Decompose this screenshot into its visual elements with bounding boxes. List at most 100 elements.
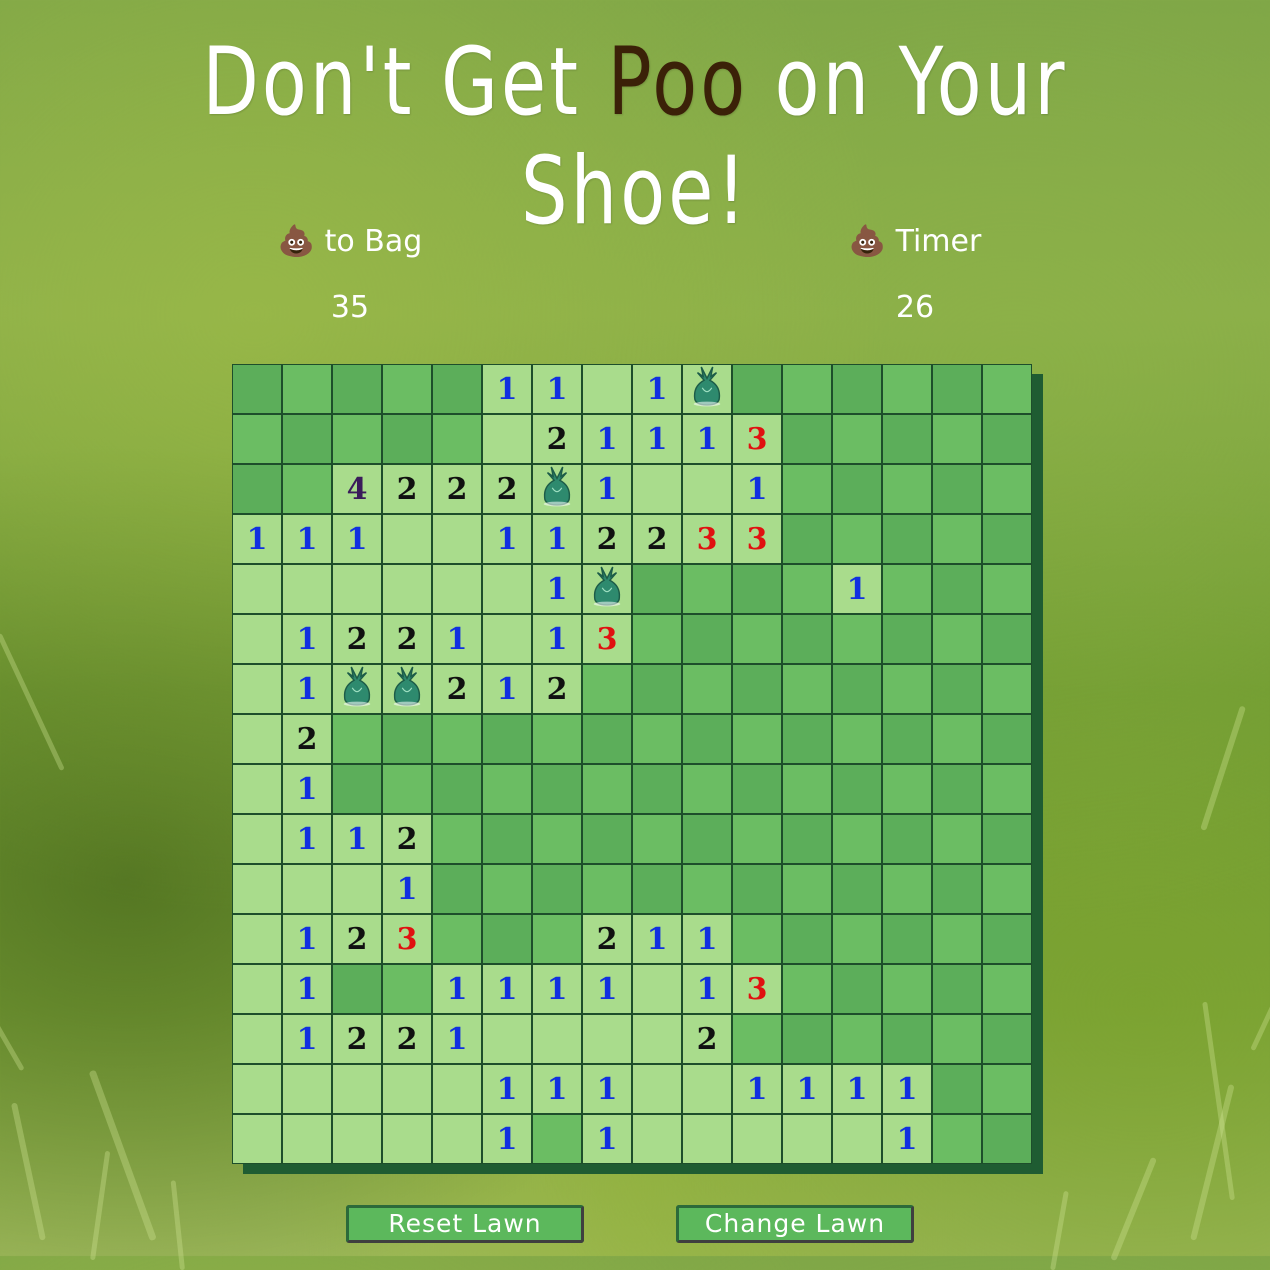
lawn-cell-hidden[interactable] [882,764,932,814]
lawn-cell-hidden[interactable] [782,714,832,764]
lawn-cell-number[interactable]: 1 [282,664,332,714]
lawn-cell-empty[interactable] [482,414,532,464]
lawn-cell-number[interactable]: 1 [582,414,632,464]
lawn-cell-number[interactable]: 1 [532,1064,582,1114]
lawn-cell-empty[interactable] [682,464,732,514]
lawn-cell-hidden[interactable] [932,614,982,664]
lawn-cell-hidden[interactable] [932,664,982,714]
lawn-cell-hidden[interactable] [932,1014,982,1064]
lawn-cell-hidden[interactable] [782,514,832,564]
lawn-cell-number[interactable]: 2 [532,414,582,464]
lawn-cell-hidden[interactable] [682,614,732,664]
lawn-cell-hidden[interactable] [882,514,932,564]
lawn-cell-empty[interactable] [732,1114,782,1164]
lawn-cell-number[interactable]: 1 [582,1064,632,1114]
lawn-cell-hidden[interactable] [382,414,432,464]
lawn-cell-hidden[interactable] [832,814,882,864]
lawn-cell-hidden[interactable] [332,714,382,764]
lawn-cell-number[interactable]: 2 [632,514,682,564]
lawn-cell-hidden[interactable] [782,814,832,864]
bag-flag-cell[interactable] [382,664,432,714]
lawn-cell-number[interactable]: 1 [532,564,582,614]
lawn-cell-number[interactable]: 1 [482,1114,532,1164]
lawn-cell-number[interactable]: 1 [282,614,332,664]
lawn-cell-number[interactable]: 1 [682,964,732,1014]
lawn-cell-number[interactable]: 2 [282,714,332,764]
lawn-cell-hidden[interactable] [982,464,1032,514]
lawn-cell-hidden[interactable] [332,414,382,464]
lawn-cell-hidden[interactable] [682,814,732,864]
lawn-cell-number[interactable]: 1 [432,1014,482,1064]
lawn-cell-hidden[interactable] [982,964,1032,1014]
lawn-cell-hidden[interactable] [732,864,782,914]
lawn-cell-empty[interactable] [282,1064,332,1114]
lawn-cell-empty[interactable] [232,914,282,964]
lawn-cell-hidden[interactable] [882,714,932,764]
lawn-cell-hidden[interactable] [782,914,832,964]
lawn-cell-number[interactable]: 1 [732,464,782,514]
lawn-cell-hidden[interactable] [732,1014,782,1064]
lawn-cell-hidden[interactable] [682,664,732,714]
lawn-cell-hidden[interactable] [582,714,632,764]
lawn-cell-number[interactable]: 1 [282,764,332,814]
lawn-cell-hidden[interactable] [832,614,882,664]
lawn-cell-hidden[interactable] [532,1114,582,1164]
lawn-cell-hidden[interactable] [832,914,882,964]
lawn-cell-empty[interactable] [632,964,682,1014]
lawn-cell-hidden[interactable] [832,964,882,1014]
lawn-cell-hidden[interactable] [682,764,732,814]
lawn-cell-number[interactable]: 2 [432,664,482,714]
bag-flag-cell[interactable] [682,364,732,414]
lawn-cell-number[interactable]: 1 [482,664,532,714]
lawn-cell-hidden[interactable] [632,564,682,614]
lawn-cell-number[interactable]: 1 [532,964,582,1014]
lawn-cell-number[interactable]: 2 [332,914,382,964]
bag-flag-cell[interactable] [532,464,582,514]
lawn-cell-empty[interactable] [332,1064,382,1114]
change-lawn-button[interactable]: Change Lawn [676,1205,914,1243]
lawn-cell-hidden[interactable] [782,614,832,664]
lawn-cell-empty[interactable] [232,614,282,664]
bag-flag-cell[interactable] [582,564,632,614]
lawn-cell-empty[interactable] [682,1064,732,1114]
lawn-cell-hidden[interactable] [882,814,932,864]
lawn-cell-number[interactable]: 1 [782,1064,832,1114]
lawn-cell-hidden[interactable] [632,864,682,914]
lawn-cell-hidden[interactable] [482,914,532,964]
lawn-cell-number[interactable]: 2 [382,614,432,664]
lawn-cell-number[interactable]: 1 [482,1064,532,1114]
lawn-cell-hidden[interactable] [932,814,982,864]
lawn-cell-hidden[interactable] [932,964,982,1014]
lawn-cell-hidden[interactable] [632,764,682,814]
lawn-cell-number[interactable]: 3 [732,414,782,464]
lawn-cell-hidden[interactable] [382,714,432,764]
lawn-cell-number[interactable]: 4 [332,464,382,514]
lawn-cell-empty[interactable] [682,1114,732,1164]
lawn-cell-hidden[interactable] [982,714,1032,764]
lawn-cell-hidden[interactable] [382,764,432,814]
lawn-cell-hidden[interactable] [482,714,532,764]
lawn-cell-hidden[interactable] [682,564,732,614]
lawn-cell-empty[interactable] [282,864,332,914]
lawn-cell-number[interactable]: 1 [332,814,382,864]
bag-flag-cell[interactable] [332,664,382,714]
lawn-cell-number[interactable]: 1 [532,614,582,664]
lawn-cell-hidden[interactable] [982,514,1032,564]
lawn-cell-hidden[interactable] [982,864,1032,914]
lawn-cell-number[interactable]: 1 [282,1014,332,1064]
lawn-cell-empty[interactable] [332,864,382,914]
lawn-cell-hidden[interactable] [232,364,282,414]
lawn-cell-number[interactable]: 1 [432,964,482,1014]
lawn-cell-hidden[interactable] [732,614,782,664]
lawn-cell-number[interactable]: 3 [682,514,732,564]
lawn-cell-number[interactable]: 2 [432,464,482,514]
lawn-cell-empty[interactable] [282,1114,332,1164]
lawn-cell-empty[interactable] [432,1114,482,1164]
lawn-cell-number[interactable]: 1 [282,514,332,564]
lawn-cell-number[interactable]: 2 [332,1014,382,1064]
lawn-cell-hidden[interactable] [282,364,332,414]
lawn-cell-number[interactable]: 1 [632,414,682,464]
lawn-cell-hidden[interactable] [882,864,932,914]
lawn-cell-hidden[interactable] [782,764,832,814]
lawn-cell-hidden[interactable] [482,814,532,864]
